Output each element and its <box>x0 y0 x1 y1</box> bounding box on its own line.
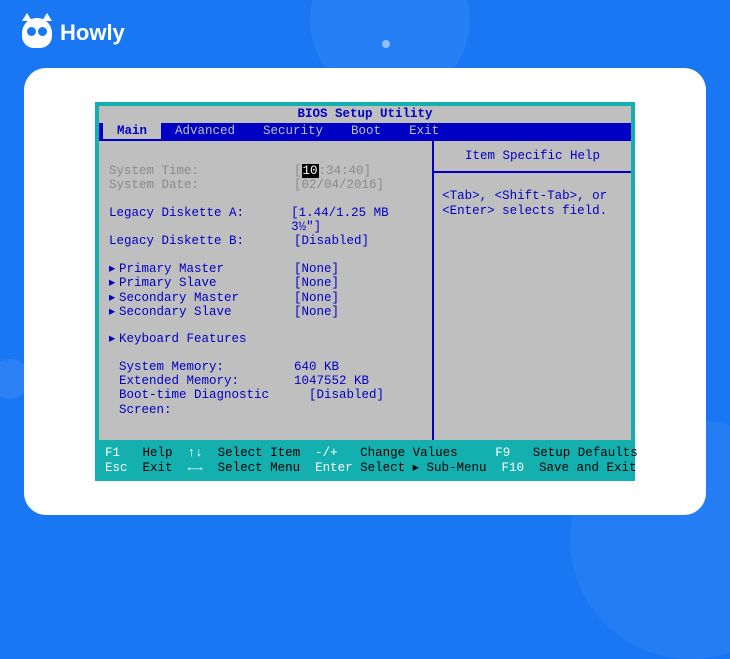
diskette-a-label: Legacy Diskette A: <box>109 206 291 235</box>
bios-title: BIOS Setup Utility <box>99 106 631 122</box>
bios-window: BIOS Setup Utility Main Advanced Securit… <box>95 102 635 481</box>
bios-tabs: Main Advanced Security Boot Exit <box>99 123 631 139</box>
secondary-slave-value[interactable]: [None] <box>294 305 339 319</box>
tab-exit[interactable]: Exit <box>395 123 453 139</box>
primary-slave-label[interactable]: ▸Primary Slave <box>109 276 294 290</box>
help-title: Item Specific Help <box>434 141 631 173</box>
extended-memory-value: 1047552 KB <box>294 374 369 388</box>
primary-master-value[interactable]: [None] <box>294 262 339 276</box>
tab-boot[interactable]: Boot <box>337 123 395 139</box>
system-time-value[interactable]: [10:34:40] <box>294 164 371 178</box>
primary-slave-value[interactable]: [None] <box>294 276 339 290</box>
bios-footer: F1 Help ↑↓ Select Item -/+ Change Values… <box>99 440 631 477</box>
keyboard-features[interactable]: ▸Keyboard Features <box>109 332 294 346</box>
system-memory-label: System Memory: <box>109 360 294 374</box>
boot-diag-label: Boot-time Diagnostic Screen: <box>109 388 309 417</box>
system-date-label: System Date: <box>109 178 294 192</box>
secondary-master-label[interactable]: ▸Secondary Master <box>109 291 294 305</box>
secondary-slave-label[interactable]: ▸Secondary Slave <box>109 305 294 319</box>
tab-advanced[interactable]: Advanced <box>161 123 249 139</box>
tab-security[interactable]: Security <box>249 123 337 139</box>
help-panel: Item Specific Help <Tab>, <Shift-Tab>, o… <box>434 141 631 440</box>
help-body: <Tab>, <Shift-Tab>, or <Enter> selects f… <box>434 173 631 234</box>
main-panel: System Time: [10:34:40] System Date: [02… <box>99 141 434 440</box>
secondary-master-value[interactable]: [None] <box>294 291 339 305</box>
primary-master-label[interactable]: ▸Primary Master <box>109 262 294 276</box>
diskette-b-label: Legacy Diskette B: <box>109 234 294 248</box>
system-date-value[interactable]: [02/04/2016] <box>294 178 384 192</box>
system-memory-value: 640 KB <box>294 360 339 374</box>
extended-memory-label: Extended Memory: <box>109 374 294 388</box>
boot-diag-value[interactable]: [Disabled] <box>309 388 384 417</box>
brand-logo: Howly <box>22 18 125 48</box>
screenshot-card: BIOS Setup Utility Main Advanced Securit… <box>24 68 706 515</box>
system-time-label: System Time: <box>109 164 294 178</box>
owl-icon <box>22 18 52 48</box>
tab-main[interactable]: Main <box>103 123 161 139</box>
diskette-a-value[interactable]: [1.44/1.25 MB 3½"] <box>291 206 424 235</box>
diskette-b-value[interactable]: [Disabled] <box>294 234 369 248</box>
brand-text: Howly <box>60 20 125 46</box>
